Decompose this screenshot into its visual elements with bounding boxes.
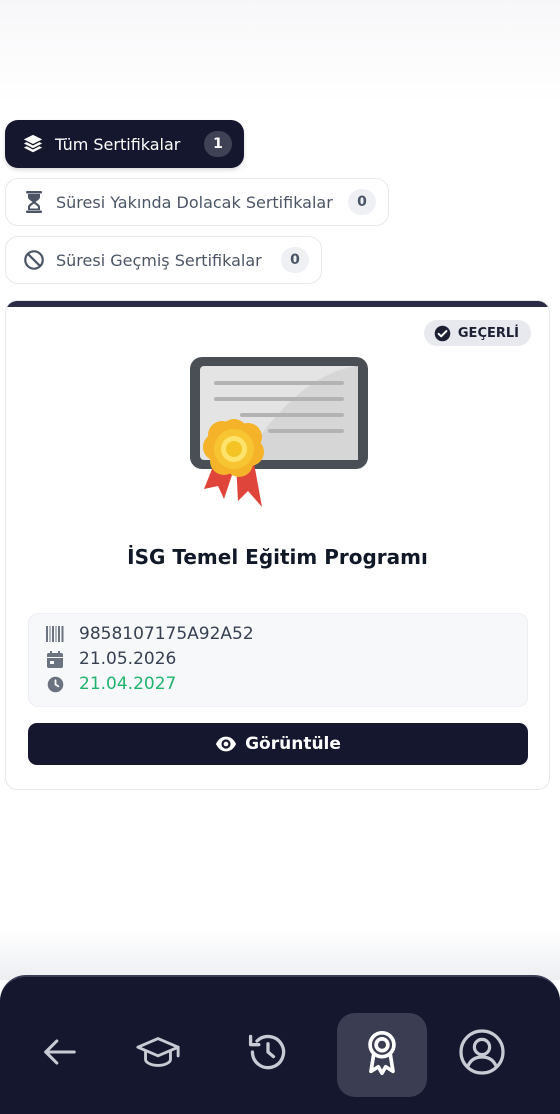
expiry-date: 21.04.2027 — [79, 674, 177, 694]
nav-certificates-button[interactable] — [337, 1013, 427, 1097]
issue-date-row: 21.05.2026 — [45, 649, 176, 669]
clock-icon — [45, 674, 65, 694]
filter-all-certificates[interactable]: Tüm Sertifikalar 1 — [5, 120, 244, 168]
filter-expiring-count: 0 — [348, 189, 376, 215]
filter-expired-label: Süresi Geçmiş Sertifikalar — [56, 250, 262, 270]
certificate-details: 9858107175A92A52 21.05.2026 21.04.2027 — [28, 613, 528, 707]
view-button-label: Görüntüle — [245, 734, 341, 754]
filter-expired-count: 0 — [281, 247, 309, 273]
filter-all-label: Tüm Sertifikalar — [55, 134, 181, 154]
nav-training-button[interactable] — [128, 1015, 188, 1093]
filter-expiring-certificates[interactable]: Süresi Yakında Dolacak Sertifikalar 0 — [5, 178, 389, 226]
status-badge: GEÇERLİ — [423, 320, 531, 346]
certificate-illustration — [184, 351, 380, 513]
filter-all-count: 1 — [204, 131, 232, 157]
card-top-border — [6, 301, 549, 307]
back-arrow-icon — [41, 1033, 79, 1075]
certificate-card: GEÇERLİ İSG Temel Eğitim Programı 985810… — [5, 300, 550, 790]
hourglass-icon — [22, 190, 46, 214]
filter-expiring-label: Süresi Yakında Dolacak Sertifikalar — [56, 192, 333, 212]
check-circle-icon — [434, 324, 452, 342]
top-background — [0, 0, 560, 105]
calendar-icon — [45, 649, 65, 669]
history-icon — [246, 1030, 290, 1078]
award-icon — [360, 1029, 404, 1081]
nav-back-button[interactable] — [30, 1015, 90, 1093]
graduation-cap-icon — [135, 1029, 181, 1079]
user-circle-icon — [458, 1028, 506, 1080]
certificate-title: İSG Temel Eğitim Programı — [127, 545, 428, 569]
ban-icon — [22, 248, 46, 272]
certificate-code: 9858107175A92A52 — [79, 624, 254, 644]
issue-date: 21.05.2026 — [79, 649, 177, 669]
filter-expired-certificates[interactable]: Süresi Geçmiş Sertifikalar 0 — [5, 236, 322, 284]
status-label: GEÇERLİ — [457, 325, 519, 341]
view-certificate-button[interactable]: Görüntüle — [28, 723, 528, 765]
eye-icon — [215, 733, 237, 755]
bottom-fade — [0, 930, 560, 980]
nav-profile-button[interactable] — [452, 1015, 512, 1093]
expiry-date-row: 21.04.2027 — [45, 674, 176, 694]
certificate-code-row: 9858107175A92A52 — [45, 624, 254, 644]
layers-icon — [21, 132, 45, 156]
nav-history-button[interactable] — [238, 1015, 298, 1093]
barcode-icon — [45, 624, 65, 644]
bottom-navigation — [0, 975, 560, 1114]
